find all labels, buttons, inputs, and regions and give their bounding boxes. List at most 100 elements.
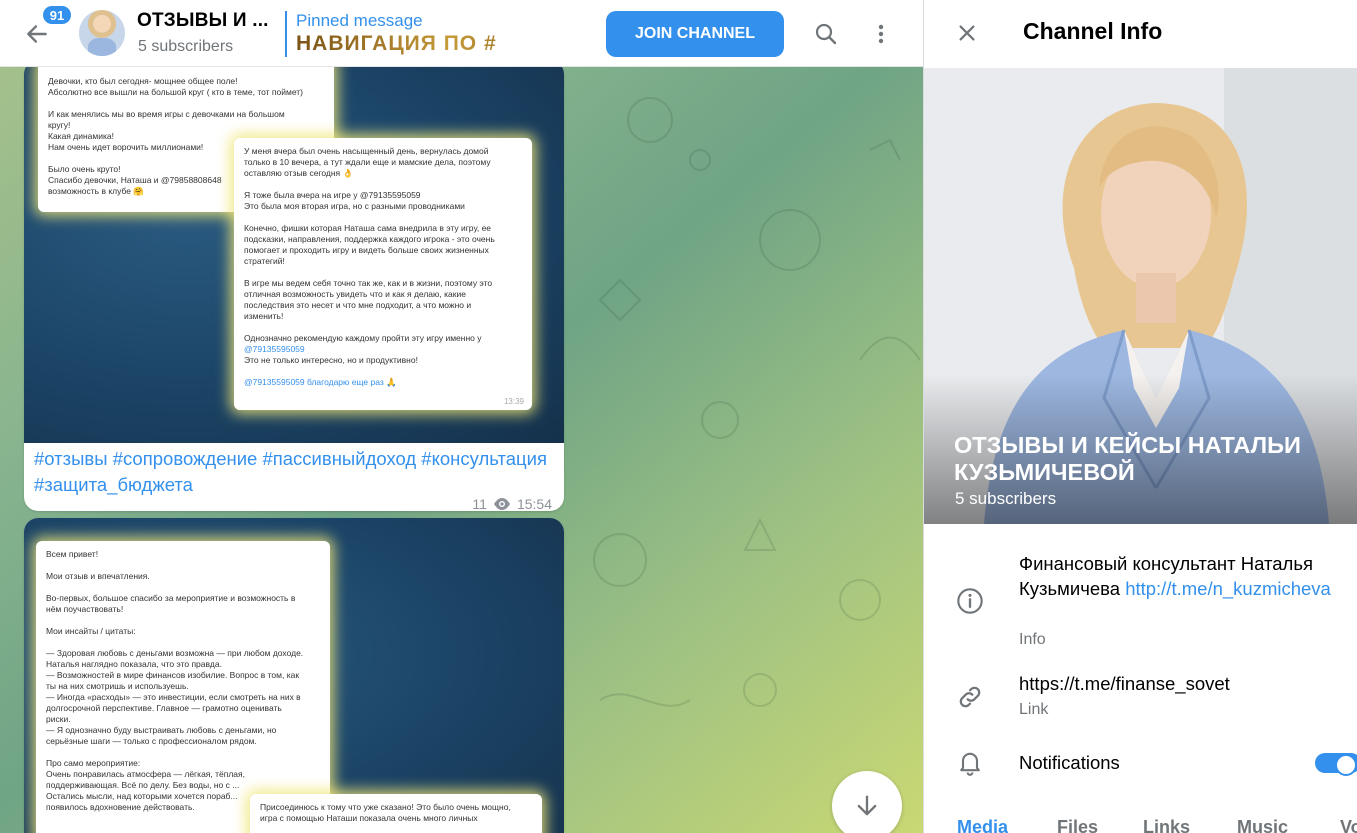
more-vertical-icon [878,24,884,44]
post-photo[interactable]: Девочки, кто был сегодня- мощнее общее п… [24,60,564,443]
card-line [46,747,320,758]
card-line: Девочки, кто был сегодня- мощнее общее п… [48,76,238,86]
card-line: — Здоровая любовь с деньгами возможна — … [46,648,304,658]
card-line [46,615,320,626]
tab-music[interactable]: Music [1237,817,1288,833]
card-line: Мои инсайты / цитаты: [46,626,136,636]
card-line: Про само мероприятие: [46,758,141,768]
screenshot-card: У меня вчера был очень насыщенный день, … [234,138,532,410]
channel-info-panel: Channel Info ОТЗЫВЫ И КЕЙСЫ НАТАЛЬИ КУЗЬ… [923,0,1357,833]
channel-avatar[interactable] [79,10,125,56]
card-line: Наталья наглядно показала, что это правд… [46,659,222,669]
close-button[interactable] [949,15,985,51]
card-line: У меня вчера был очень насыщенный день, … [244,146,489,156]
card-line: кругу! [48,120,71,130]
screenshot-card: Всем привет! Мои отзыв и впечатления. Во… [36,541,330,833]
channel-post[interactable]: Всем привет! Мои отзыв и впечатления. Во… [24,518,564,833]
card-line [244,366,522,377]
card-line: — Иногда «расходы» — это инвестиции, есл… [46,692,301,702]
card-line [244,212,522,223]
info-row-description[interactable]: Финансовый консультант Наталья Кузьмичев… [924,548,1357,658]
info-row-link[interactable]: https://t.me/finanse_sovet Link [924,670,1357,730]
close-icon [959,25,975,41]
card-time: 13:39 [503,397,524,406]
info-icon [955,586,985,616]
card-line [46,582,320,593]
card-line: серьёзные шаги — только с профессионалом… [46,736,257,746]
card-line: нём поучаствовать! [46,604,124,614]
link-label: Link [1019,701,1049,718]
card-line: игра с помощью Наташи показала очень мно… [260,813,478,823]
description-link[interactable]: http://t.me/n_kuzmicheva [1125,578,1331,599]
notifications-toggle[interactable] [1315,753,1357,776]
card-line: Однозначно рекомендую каждому пройти эту… [244,333,482,343]
card-line: В игре мы ведем себя точно так же, как и… [244,278,493,288]
channel-name: ОТЗЫВЫ И КЕЙСЫ НАТАЛЬИ КУЗЬМИЧЕВОЙ [954,432,1301,485]
card-line: Присоединюсь к тому что уже сказано! Это… [260,802,511,812]
card-line: Всем привет! [46,549,99,559]
chat-header: 91 ОТЗЫВЫ И ... 5 subscribers Pinned mes… [0,0,923,67]
tab-links[interactable]: Links [1143,817,1190,833]
post-photo[interactable]: Всем привет! Мои отзыв и впечатления. Во… [24,518,564,833]
media-tabs: Media Files Links Music Vo [924,812,1357,833]
card-line: риски. [46,714,71,724]
tab-voice[interactable]: Vo [1340,817,1357,833]
screenshot-card: Присоединюсь к тому что уже сказано! Это… [250,794,542,833]
card-text: Всем привет! Мои отзыв и впечатления. Во… [46,549,320,813]
card-line: Во-первых, большое спасибо за мероприяти… [46,593,296,603]
card-line: Очень понравилась атмосфера — лёгкая, тё… [46,769,245,779]
post-time: 15:54 [516,496,552,511]
info-row-notifications[interactable]: Notifications [924,745,1357,785]
card-line: И как менялись мы во время игры с девочк… [48,109,285,119]
notifications-label: Notifications [1019,752,1120,773]
card-line: Конечно, фишки которая Наташа сама внедр… [244,223,492,233]
bell-icon [955,747,985,777]
card-line: стратегий! [244,256,285,266]
card-line: изменить! [244,311,284,321]
description-label: Info [1019,631,1046,648]
card-line: подсказки, направления, поддержка каждог… [244,234,495,244]
join-channel-button[interactable]: JOIN CHANNEL [606,11,784,57]
card-line: ты на них смотришь и используешь. [46,681,189,691]
card-text: Присоединюсь к тому что уже сказано! Это… [260,802,532,824]
card-line: @79135595059 благодарю еще раз 🙏 [244,377,397,387]
card-line [48,98,324,109]
card-line: Я тоже была вчера на игре у @79135595059 [244,190,421,200]
card-line [46,560,320,571]
card-line: поддерживающая. Всё по делу. Без воды, н… [46,780,240,790]
card-line: только в 10 вечера, а тут ждали еще и ма… [244,157,491,167]
view-count: 11 [472,496,487,511]
unread-badge: 91 [41,4,73,26]
card-line: Абсолютно все вышли на большой круг ( кт… [48,87,303,97]
channel-title[interactable]: ОТЗЫВЫ И ... [137,10,269,32]
card-line: — Возможностей в мире финансов изобилие.… [46,670,300,680]
card-line [244,267,522,278]
channel-link[interactable]: https://t.me/finanse_sovet [1019,671,1230,696]
card-line: Это не только интересно, но и продуктивн… [244,355,418,365]
scroll-down-button[interactable] [832,771,902,833]
description-text: Финансовый консультант Наталья Кузьмичев… [1019,551,1355,601]
channel-cover-photo[interactable]: ОТЗЫВЫ И КЕЙСЫ НАТАЛЬИ КУЗЬМИЧЕВОЙ 5 sub… [924,68,1357,524]
card-line: — Я однозначно буду выстраивать любовь с… [46,725,277,735]
post-caption[interactable]: #отзывы #сопровождение #пассивныйдоход #… [34,446,554,498]
card-line: отличная возможность увидеть что и как я… [244,289,466,299]
more-button[interactable] [862,15,900,53]
card-line: @79135595059 [244,344,305,354]
card-line: помогает и проходить игру и видеть больш… [244,245,489,255]
card-line [244,179,522,190]
pinned-text: НАВИГАЦИЯ ПО # [296,32,605,56]
pinned-message[interactable]: Pinned message НАВИГАЦИЯ ПО # [285,11,605,57]
eye-icon [493,498,510,510]
card-text: У меня вчера был очень насыщенный день, … [244,146,522,388]
panel-title: Channel Info [1023,18,1163,44]
tab-files[interactable]: Files [1057,817,1098,833]
arrow-down-icon [857,795,877,816]
channel-post[interactable]: Девочки, кто был сегодня- мощнее общее п… [24,60,564,511]
card-line: Мои отзыв и впечатления. [46,571,150,581]
tab-media[interactable]: Media [957,817,1008,833]
subscriber-count: 5 subscribers [138,38,234,55]
post-meta: 11 15:54 [472,496,552,511]
card-line: долгосрочной перспективе. Главное — грам… [46,703,282,713]
card-line: оставляю отзыв сегодня 👌 [244,168,354,178]
search-button[interactable] [807,15,845,53]
